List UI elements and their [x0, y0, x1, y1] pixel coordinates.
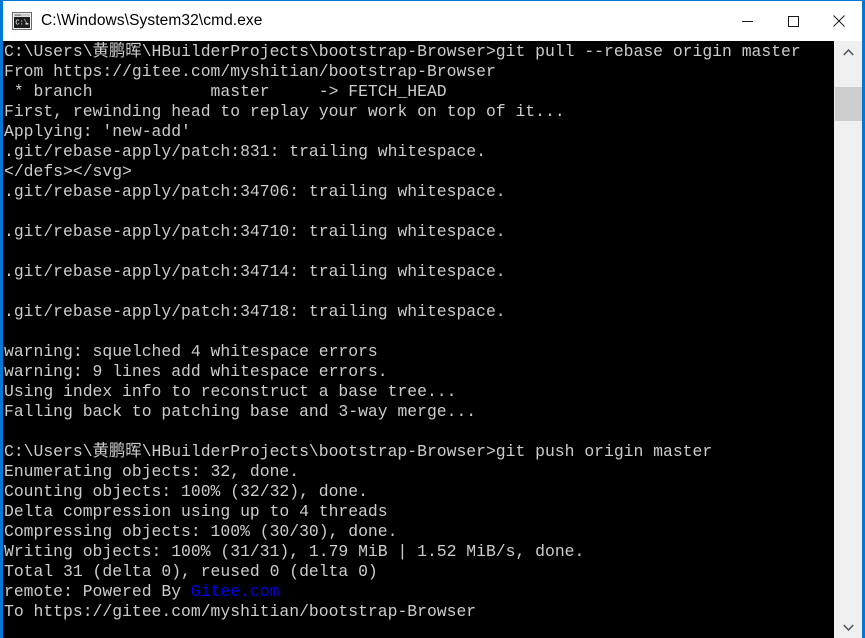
scroll-down-arrow[interactable] — [835, 616, 862, 638]
console-line: .git/rebase-apply/patch:34710: trailing … — [4, 222, 506, 241]
console-line: .git/rebase-apply/patch:34706: trailing … — [4, 182, 506, 201]
console-line: Applying: 'new-add' — [4, 122, 191, 141]
scrollbar-track[interactable] — [835, 63, 862, 616]
console-line: From https://gitee.com/myshitian/bootstr… — [4, 62, 496, 81]
window-controls — [724, 1, 862, 41]
console-line: First, rewinding head to replay your wor… — [4, 102, 565, 121]
console-line: remote: Powered By Gitee.com — [4, 582, 280, 601]
console-line: Falling back to patching base and 3-way … — [4, 402, 477, 421]
console-line: warning: squelched 4 whitespace errors — [4, 342, 378, 361]
console-line: C:\Users\黄鹏晖\HBuilderProjects\bootstrap-… — [4, 42, 801, 61]
console-line: Counting objects: 100% (32/32), done. — [4, 482, 368, 501]
console-line: .git/rebase-apply/patch:34714: trailing … — [4, 262, 506, 281]
console-line: Delta compression using up to 4 threads — [4, 502, 388, 521]
maximize-button[interactable] — [770, 1, 816, 41]
console-output-area[interactable]: C:\Users\黄鹏晖\HBuilderProjects\bootstrap-… — [3, 41, 862, 638]
console-line: Compressing objects: 100% (30/30), done. — [4, 522, 398, 541]
scroll-up-arrow[interactable] — [835, 41, 862, 63]
console-scrollbar[interactable] — [834, 41, 862, 638]
console-line: To https://gitee.com/myshitian/bootstrap… — [4, 602, 477, 621]
title-bar[interactable]: C:\ C:\Windows\System32\cmd.exe — [3, 1, 862, 41]
console-line: Total 31 (delta 0), reused 0 (delta 0) — [4, 562, 378, 581]
console-line: Using index info to reconstruct a base t… — [4, 382, 457, 401]
minimize-button[interactable] — [724, 1, 770, 41]
gitee-link-text: Gitee.com — [190, 582, 280, 601]
cmd-window: C:\ C:\Windows\System32\cmd.exe C:\Users… — [0, 0, 865, 638]
cmd-console-icon: C:\ — [12, 12, 32, 30]
console-line: Writing objects: 100% (31/31), 1.79 MiB … — [4, 542, 585, 561]
console-line: warning: 9 lines add whitespace errors. — [4, 362, 388, 381]
console-line: </defs></svg> — [4, 162, 132, 181]
console-line: * branch master -> FETCH_HEAD — [4, 82, 447, 101]
window-title: C:\Windows\System32\cmd.exe — [41, 12, 263, 29]
console-line: .git/rebase-apply/patch:34718: trailing … — [4, 302, 506, 321]
console-line: C:\Users\黄鹏晖\HBuilderProjects\bootstrap-… — [4, 442, 713, 461]
close-button[interactable] — [816, 1, 862, 41]
console-text: C:\Users\黄鹏晖\HBuilderProjects\bootstrap-… — [3, 41, 835, 622]
console-line: .git/rebase-apply/patch:831: trailing wh… — [4, 142, 486, 161]
title-bar-left: C:\ C:\Windows\System32\cmd.exe — [3, 1, 724, 41]
scrollbar-thumb[interactable] — [835, 87, 862, 121]
console-line: Enumerating objects: 32, done. — [4, 462, 300, 481]
